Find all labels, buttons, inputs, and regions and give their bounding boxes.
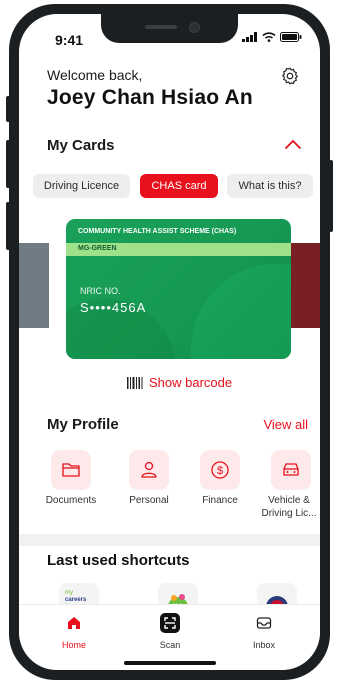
vehicle-label: Vehicle & Driving Lic... xyxy=(261,495,317,519)
volume-down-button xyxy=(6,202,10,250)
nav-scan-label: Scan xyxy=(159,640,181,650)
svg-text:my: my xyxy=(65,590,73,596)
car-icon xyxy=(283,463,299,476)
nric-value: S••••456A xyxy=(80,300,147,315)
chas-card[interactable]: COMMUNITY HEALTH ASSIST SCHEME (CHAS) MG… xyxy=(66,219,291,359)
speaker xyxy=(145,25,177,29)
documents-label: Documents xyxy=(45,495,97,506)
wifi-icon xyxy=(262,32,276,42)
show-barcode-label: Show barcode xyxy=(149,375,233,390)
notch xyxy=(101,14,238,43)
status-icons xyxy=(242,32,302,42)
svg-text:careers: careers xyxy=(65,597,87,603)
inbox-icon xyxy=(256,617,272,629)
shortcuts-title: Last used shortcuts xyxy=(47,552,190,569)
mute-switch xyxy=(6,96,10,122)
nav-inbox-label: Inbox xyxy=(252,640,276,650)
personal-button[interactable] xyxy=(129,450,169,490)
my-profile-title: My Profile xyxy=(47,416,119,433)
home-icon xyxy=(68,617,80,629)
card-tier: MG-GREEN xyxy=(78,245,117,252)
battery-icon xyxy=(280,32,302,42)
my-cards-title: My Cards xyxy=(47,137,115,154)
card-scheme-title: COMMUNITY HEALTH ASSIST SCHEME (CHAS) xyxy=(78,228,237,235)
user-name: Joey Chan Hsiao An xyxy=(47,86,253,109)
welcome-text: Welcome back, xyxy=(47,67,143,83)
screen: 9:41 Welcome back, Joey Chan Hsiao An My… xyxy=(19,14,320,670)
finance-label: Finance xyxy=(202,495,238,506)
nav-home[interactable]: Home xyxy=(44,615,104,650)
settings-gear-icon[interactable] xyxy=(280,66,300,86)
folder-icon xyxy=(62,463,80,477)
person-icon xyxy=(141,461,157,478)
home-indicator xyxy=(124,661,216,665)
nav-inbox[interactable]: Inbox xyxy=(234,615,294,650)
svg-text:$: $ xyxy=(217,465,223,477)
view-all-link[interactable]: View all xyxy=(263,417,308,432)
scan-icon xyxy=(160,613,180,633)
dollar-icon: $ xyxy=(211,461,229,479)
card-tier-band: MG-GREEN xyxy=(66,243,291,256)
status-time: 9:41 xyxy=(55,32,84,48)
nav-scan[interactable]: Scan xyxy=(140,613,200,650)
signal-icon xyxy=(242,32,257,42)
personal-label: Personal xyxy=(129,495,169,506)
show-barcode-button[interactable]: Show barcode xyxy=(127,375,232,390)
chevron-up-icon[interactable] xyxy=(284,138,302,150)
documents-button[interactable] xyxy=(51,450,91,490)
next-card-peek[interactable] xyxy=(291,243,320,328)
previous-card-peek[interactable] xyxy=(19,243,49,328)
tab-chas-card[interactable]: CHAS card xyxy=(140,174,218,198)
volume-up-button xyxy=(6,140,10,188)
section-divider xyxy=(19,534,320,546)
nav-home-label: Home xyxy=(61,640,86,650)
vehicle-button[interactable] xyxy=(271,450,311,490)
barcode-icon xyxy=(127,376,143,389)
tab-what-is-this[interactable]: What is this? xyxy=(227,174,313,198)
front-camera xyxy=(189,22,200,33)
finance-button[interactable]: $ xyxy=(200,450,240,490)
nric-label: NRIC NO. xyxy=(80,286,121,296)
power-button xyxy=(329,160,333,232)
tab-driving-licence[interactable]: Driving Licence xyxy=(33,174,130,198)
